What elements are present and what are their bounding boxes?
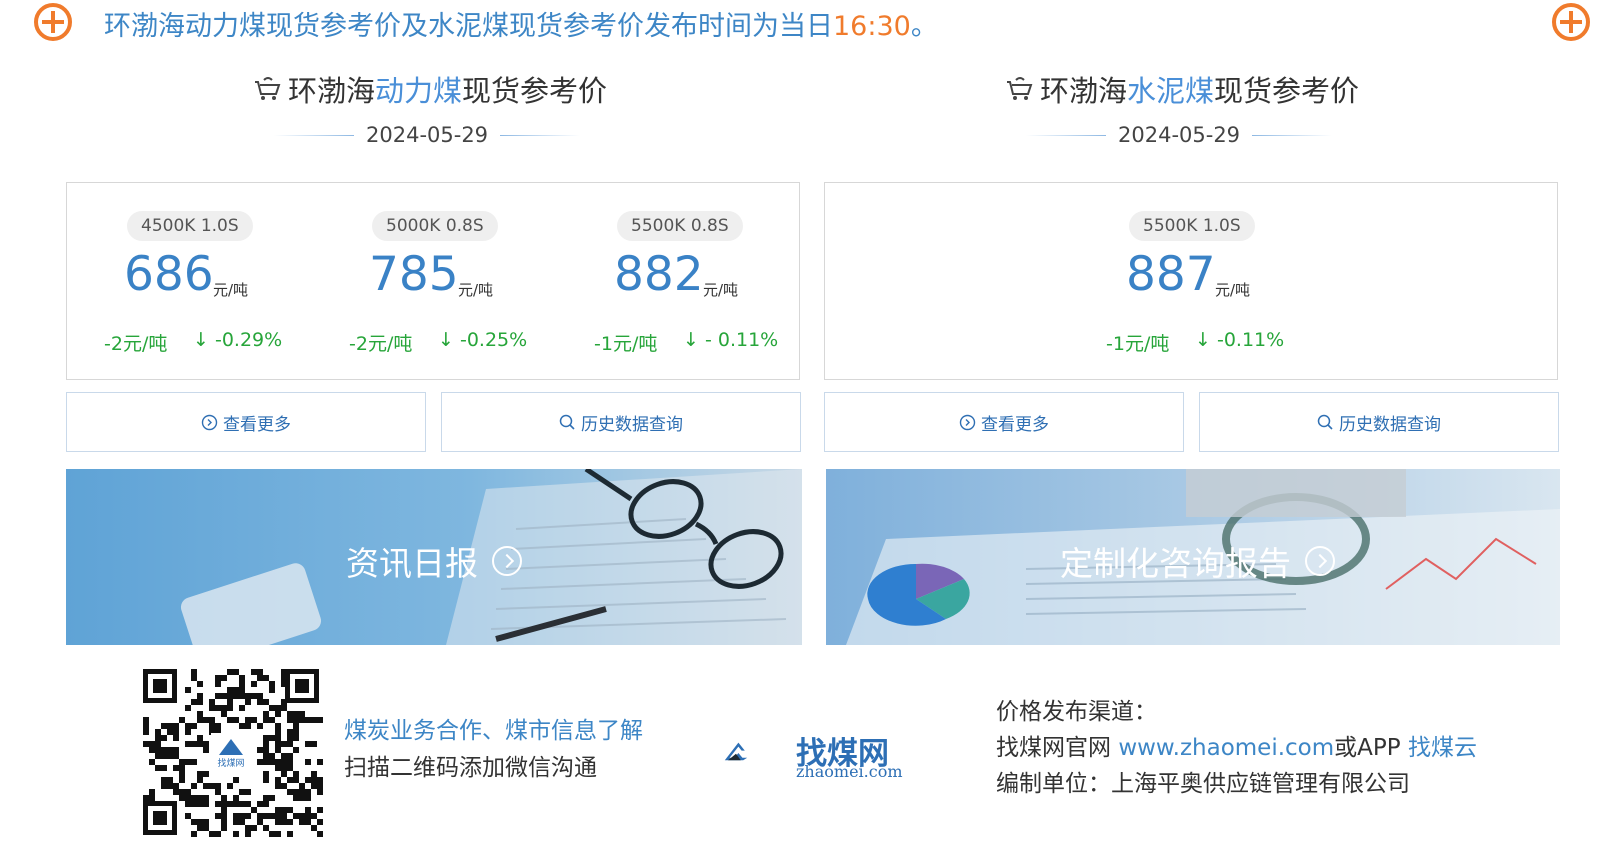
thermal-title: 环渤海 动力煤 现货参考价 — [252, 68, 607, 110]
divider — [1252, 134, 1333, 136]
plus-circle-icon[interactable] — [34, 3, 72, 41]
price-value: 686 — [124, 247, 214, 302]
divider — [1026, 134, 1106, 136]
cement-price-panel: 5500K 1.0S 887 元/吨 -1元/吨 ↓ -0.11% — [824, 182, 1558, 380]
announcement-text: 环渤海动力煤现货参考价及水泥煤现货参考价发布时间为当日16:30。 — [104, 4, 938, 43]
price-change: -1元/吨 — [594, 333, 658, 355]
thermal-more-button[interactable]: 查看更多 — [66, 392, 426, 452]
channel-mid: 或APP — [1334, 735, 1408, 761]
thermal-title-highlight: 动力煤 — [375, 74, 463, 108]
price-change-pct: ↓ -0.11% — [1195, 329, 1285, 351]
thermal-date: 2024-05-29 — [366, 123, 489, 147]
consulting-report-text: 定制化咨询报告 — [1060, 544, 1291, 583]
price-unit: 元/吨 — [213, 281, 249, 299]
thermal-date-row: 2024-05-29 — [274, 120, 581, 150]
thermal-history-label: 历史数据查询 — [581, 414, 683, 435]
spec-badge: 5500K 1.0S — [1129, 211, 1255, 241]
search-icon — [559, 414, 575, 430]
cement-title-suffix: 现货参考价 — [1214, 74, 1360, 108]
daily-news-text: 资讯日报 — [346, 544, 478, 583]
daily-news-label: 资讯日报 — [346, 537, 522, 585]
contact-line-2: 扫描二维码添加微信沟通 — [344, 755, 597, 781]
cement-history-label: 历史数据查询 — [1339, 414, 1441, 435]
cement-date: 2024-05-29 — [1118, 123, 1241, 147]
website-link[interactable]: www.zhaomei.com — [1118, 735, 1334, 761]
cement-title: 环渤海 水泥煤 现货参考价 — [1004, 68, 1359, 110]
contact-info: 煤炭业务合作、煤市信息了解 扫描二维码添加微信沟通 — [344, 713, 643, 787]
thermal-price-panel: 4500K 1.0S 686 元/吨 -2元/吨 ↓ -0.29% 5000K … — [66, 182, 800, 380]
arrow-circle-icon — [201, 414, 218, 430]
cart-icon — [255, 77, 281, 100]
thermal-more-label: 查看更多 — [223, 414, 291, 435]
price-change-pct: ↓ -0.29% — [193, 329, 283, 351]
price-unit: 元/吨 — [1215, 281, 1251, 299]
spec-badge: 5000K 0.8S — [372, 211, 498, 241]
channel-line: 找煤网官网 www.zhaomei.com或APP 找煤云 — [996, 730, 1477, 766]
cement-title-prefix: 环渤海 — [1040, 74, 1128, 108]
daily-news-banner[interactable]: 资讯日报 — [66, 469, 802, 645]
cement-more-button[interactable]: 查看更多 — [824, 392, 1184, 452]
cement-title-highlight: 水泥煤 — [1127, 74, 1215, 108]
price-change-pct: ↓ - 0.11% — [683, 329, 779, 351]
release-channel-info: 价格发布渠道： 找煤网官网 www.zhaomei.com或APP 找煤云 编制… — [996, 694, 1477, 802]
price-value: 785 — [369, 247, 459, 302]
arrow-circle-icon — [492, 546, 522, 576]
consulting-report-banner[interactable]: 定制化咨询报告 — [826, 469, 1560, 645]
price-unit: 元/吨 — [703, 281, 739, 299]
arrow-circle-icon — [959, 414, 976, 430]
channel-title: 价格发布渠道： — [996, 699, 1157, 725]
price-item: 5500K 0.8S 882 元/吨 -1元/吨 ↓ - 0.11% — [557, 183, 803, 381]
price-change-pct: ↓ -0.25% — [438, 329, 528, 351]
price-item: 5000K 0.8S 785 元/吨 -2元/吨 ↓ -0.25% — [312, 183, 558, 381]
qr-logo-text: 找煤网 — [217, 757, 244, 769]
price-value: 882 — [614, 247, 704, 302]
wechat-qr-code: 找煤网 — [137, 663, 325, 841]
announcement-main: 环渤海动力煤现货参考价及水泥煤现货参考价发布时间为当日 — [104, 11, 833, 42]
price-value: 887 — [1126, 247, 1216, 302]
arrow-circle-icon — [1305, 546, 1335, 576]
thermal-title-prefix: 环渤海 — [288, 74, 376, 108]
consulting-report-label: 定制化咨询报告 — [1060, 537, 1335, 585]
announcement-time: 16:30 — [833, 11, 911, 42]
divider — [274, 134, 354, 136]
price-unit: 元/吨 — [458, 281, 494, 299]
cement-date-row: 2024-05-29 — [1026, 120, 1333, 150]
cement-history-button[interactable]: 历史数据查询 — [1199, 392, 1559, 452]
channel-site-prefix: 找煤网官网 — [996, 735, 1119, 761]
announcement-suffix: 。 — [910, 11, 938, 42]
price-change: -1元/吨 — [1106, 333, 1170, 355]
cement-more-label: 查看更多 — [981, 414, 1049, 435]
thermal-history-button[interactable]: 历史数据查询 — [441, 392, 801, 452]
spec-badge: 5500K 0.8S — [617, 211, 743, 241]
divider — [500, 134, 581, 136]
price-item: 4500K 1.0S 686 元/吨 -2元/吨 ↓ -0.29% — [67, 183, 313, 381]
thermal-title-suffix: 现货参考价 — [462, 74, 608, 108]
search-icon — [1317, 414, 1333, 430]
price-change: -2元/吨 — [104, 333, 168, 355]
cart-icon — [1007, 77, 1033, 100]
plus-circle-icon[interactable] — [1552, 3, 1590, 41]
price-change: -2元/吨 — [349, 333, 413, 355]
logo-subtext: zhaomei.com — [796, 762, 903, 781]
zhaomei-logo — [724, 742, 748, 761]
price-item: 5500K 1.0S 887 元/吨 -1元/吨 ↓ -0.11% — [1069, 183, 1315, 381]
announcement-banner: 环渤海动力煤现货参考价及水泥煤现货参考价发布时间为当日16:30。 — [0, 0, 1619, 46]
app-link[interactable]: 找煤云 — [1408, 735, 1477, 761]
spec-badge: 4500K 1.0S — [127, 211, 253, 241]
compiler-info: 编制单位：上海平奥供应链管理有限公司 — [996, 771, 1410, 797]
contact-line-1: 煤炭业务合作、煤市信息了解 — [344, 718, 643, 744]
